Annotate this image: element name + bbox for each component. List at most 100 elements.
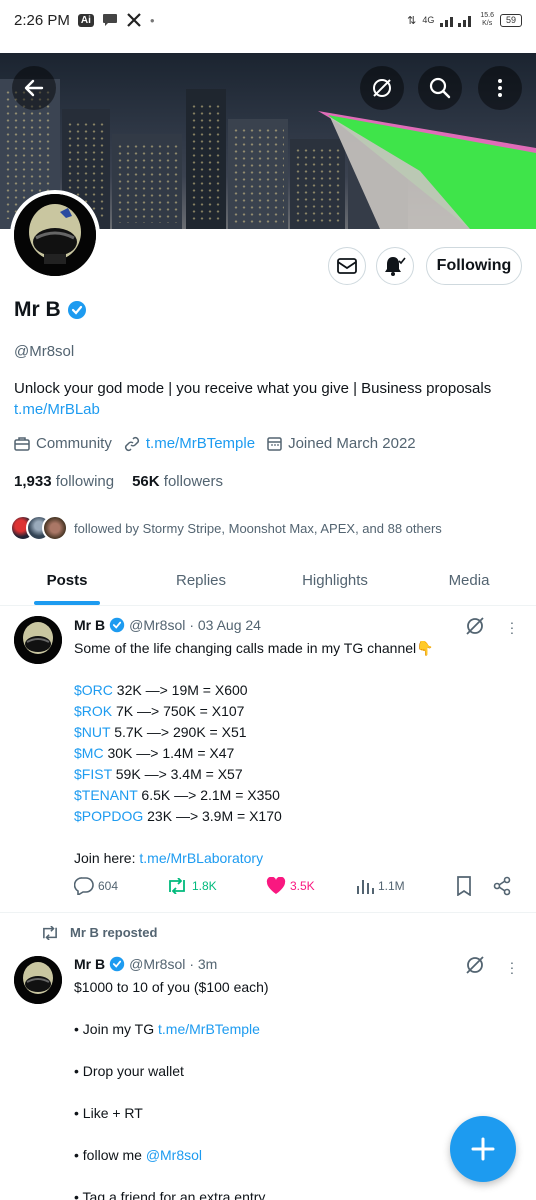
call-line: $ORC 32K —> 19M = X600 xyxy=(74,682,248,698)
website-meta[interactable]: t.me/MrBTemple xyxy=(124,435,255,452)
join-link[interactable]: t.me/MrBLaboratory xyxy=(139,850,263,866)
grok-icon[interactable] xyxy=(464,954,486,976)
profile-handle: @Mr8sol xyxy=(14,343,75,360)
calendar-icon xyxy=(267,437,282,451)
share-icon xyxy=(493,876,511,896)
post-line: $1000 to 10 of you ($100 each) xyxy=(74,979,269,995)
verified-badge-icon xyxy=(67,301,86,319)
share-button[interactable] xyxy=(492,876,512,896)
post-intro: Some of the life changing calls made in … xyxy=(74,640,434,656)
post-header: Mr B @Mr8sol · 03 Aug 24 xyxy=(74,617,261,633)
ai-app-icon: Ai xyxy=(77,13,94,27)
grok-button[interactable] xyxy=(360,66,404,110)
follow-counts: 1,933 following 56K followers xyxy=(14,473,223,490)
followed-by-row[interactable]: followed by Stormy Stripe, Moonshot Max,… xyxy=(10,515,442,541)
tg-link[interactable]: t.me/MrBTemple xyxy=(158,1021,260,1037)
call-line: $ROK 7K —> 750K = X107 xyxy=(74,703,245,719)
bookmark-icon xyxy=(457,876,471,896)
post-author-name[interactable]: Mr B xyxy=(74,956,105,972)
post-time: · 3m xyxy=(189,956,218,972)
post-more-button[interactable]: · · · xyxy=(508,955,516,979)
post-line: • Like + RT xyxy=(74,1105,143,1121)
briefcase-icon xyxy=(14,437,30,451)
tab-replies[interactable]: Replies xyxy=(134,556,268,605)
reply-icon xyxy=(74,877,94,895)
repost-icon xyxy=(43,925,57,940)
battery-icon: 59 xyxy=(500,13,522,27)
status-bar: 2:26 PM Ai ● ⇅ 4G 15.6 K/s 59 xyxy=(0,0,536,40)
repost-icon xyxy=(169,878,185,894)
bio-link[interactable]: t.me/MrBLab xyxy=(14,399,524,420)
post-body: Some of the life changing calls made in … xyxy=(74,638,524,869)
profile-meta: Community t.me/MrBTemple Joined March 20… xyxy=(14,435,420,452)
plus-icon xyxy=(471,1137,495,1161)
post-header: Mr B @Mr8sol · 3m xyxy=(74,956,217,972)
back-button[interactable] xyxy=(12,66,56,110)
heart-icon xyxy=(266,877,286,894)
follower-avatar xyxy=(42,515,68,541)
status-time: 2:26 PM xyxy=(14,11,70,29)
network-type: 4G xyxy=(422,15,435,25)
link-icon xyxy=(124,436,139,451)
call-line: $TENANT 6.5K —> 2.1M = X350 xyxy=(74,787,280,803)
grok-icon[interactable] xyxy=(464,615,486,637)
like-button[interactable]: 3.5K xyxy=(266,877,356,895)
profile-name: Mr B xyxy=(14,298,61,321)
notifications-button[interactable] xyxy=(376,247,414,285)
verified-badge-icon xyxy=(109,617,125,633)
post-line: • Join my TG t.me/MrBTemple xyxy=(74,1021,260,1037)
following-count-link[interactable]: 1,933 following xyxy=(14,473,114,490)
search-button[interactable] xyxy=(418,66,462,110)
profile-avatar[interactable] xyxy=(10,190,100,280)
post-author-handle[interactable]: @Mr8sol xyxy=(129,617,185,633)
profile-name-row: Mr B xyxy=(14,298,87,322)
call-line: $FIST 59K —> 3.4M = X57 xyxy=(74,766,243,782)
post-divider xyxy=(0,912,536,913)
post-author-handle[interactable]: @Mr8sol xyxy=(129,956,185,972)
tab-media[interactable]: Media xyxy=(402,556,536,605)
chat-bubble-icon xyxy=(102,13,118,27)
verified-badge-icon xyxy=(109,956,125,972)
followed-by-text: followed by Stormy Stripe, Moonshot Max,… xyxy=(74,520,442,536)
post-line: • Tag a friend for an extra entry xyxy=(74,1189,266,1200)
vibrate-icon: ⇅ xyxy=(407,14,417,27)
joined-meta: Joined March 2022 xyxy=(267,435,416,452)
call-line: $MC 30K —> 1.4M = X47 xyxy=(74,745,235,761)
followers-count-link[interactable]: 56K followers xyxy=(132,473,223,490)
bell-check-icon xyxy=(385,257,406,276)
more-options-button[interactable] xyxy=(478,66,522,110)
dot-icon: ● xyxy=(149,15,155,25)
repost-indicator: Mr B reposted xyxy=(40,925,157,940)
post-more-button[interactable]: · · · xyxy=(508,615,516,639)
net-speed: 15.6 K/s xyxy=(480,12,494,27)
post-time: · 03 Aug 24 xyxy=(189,617,261,633)
views-button[interactable]: 1.1M xyxy=(356,878,456,894)
tab-highlights[interactable]: Highlights xyxy=(268,556,402,605)
website-link[interactable]: t.me/MrBTemple xyxy=(146,435,255,452)
envelope-icon xyxy=(337,258,357,274)
following-button[interactable]: Following xyxy=(426,247,522,285)
call-line: $POPDOG 23K —> 3.9M = X170 xyxy=(74,808,282,824)
profile-tabs: Posts Replies Highlights Media xyxy=(0,556,536,606)
join-line: Join here: t.me/MrBLaboratory xyxy=(74,850,264,866)
call-line: $NUT 5.7K —> 290K = X51 xyxy=(74,724,247,740)
x-logo-icon xyxy=(126,12,142,28)
views-icon xyxy=(357,880,374,894)
post-avatar[interactable] xyxy=(14,956,62,1004)
post-line: • Drop your wallet xyxy=(74,1063,184,1079)
repost-button[interactable]: 1.8K xyxy=(166,878,266,894)
bookmark-button[interactable] xyxy=(456,876,492,896)
bio-text: Unlock your god mode | you receive what … xyxy=(14,380,492,397)
mention-link[interactable]: @Mr8sol xyxy=(146,1147,202,1163)
reply-button[interactable]: 604 xyxy=(74,877,166,895)
post-author-name[interactable]: Mr B xyxy=(74,617,105,633)
compose-post-button[interactable] xyxy=(450,1116,516,1182)
post-actions: 604 1.8K 3.5K 1.1M xyxy=(74,876,524,896)
profile-bio: Unlock your god mode | you receive what … xyxy=(14,378,524,420)
tab-posts[interactable]: Posts xyxy=(0,556,134,605)
message-button[interactable] xyxy=(328,247,366,285)
community-meta[interactable]: Community xyxy=(14,435,112,452)
post-avatar[interactable] xyxy=(14,616,62,664)
status-right: ⇅ 4G 15.6 K/s 59 xyxy=(407,12,522,28)
signal-icon xyxy=(440,16,472,27)
